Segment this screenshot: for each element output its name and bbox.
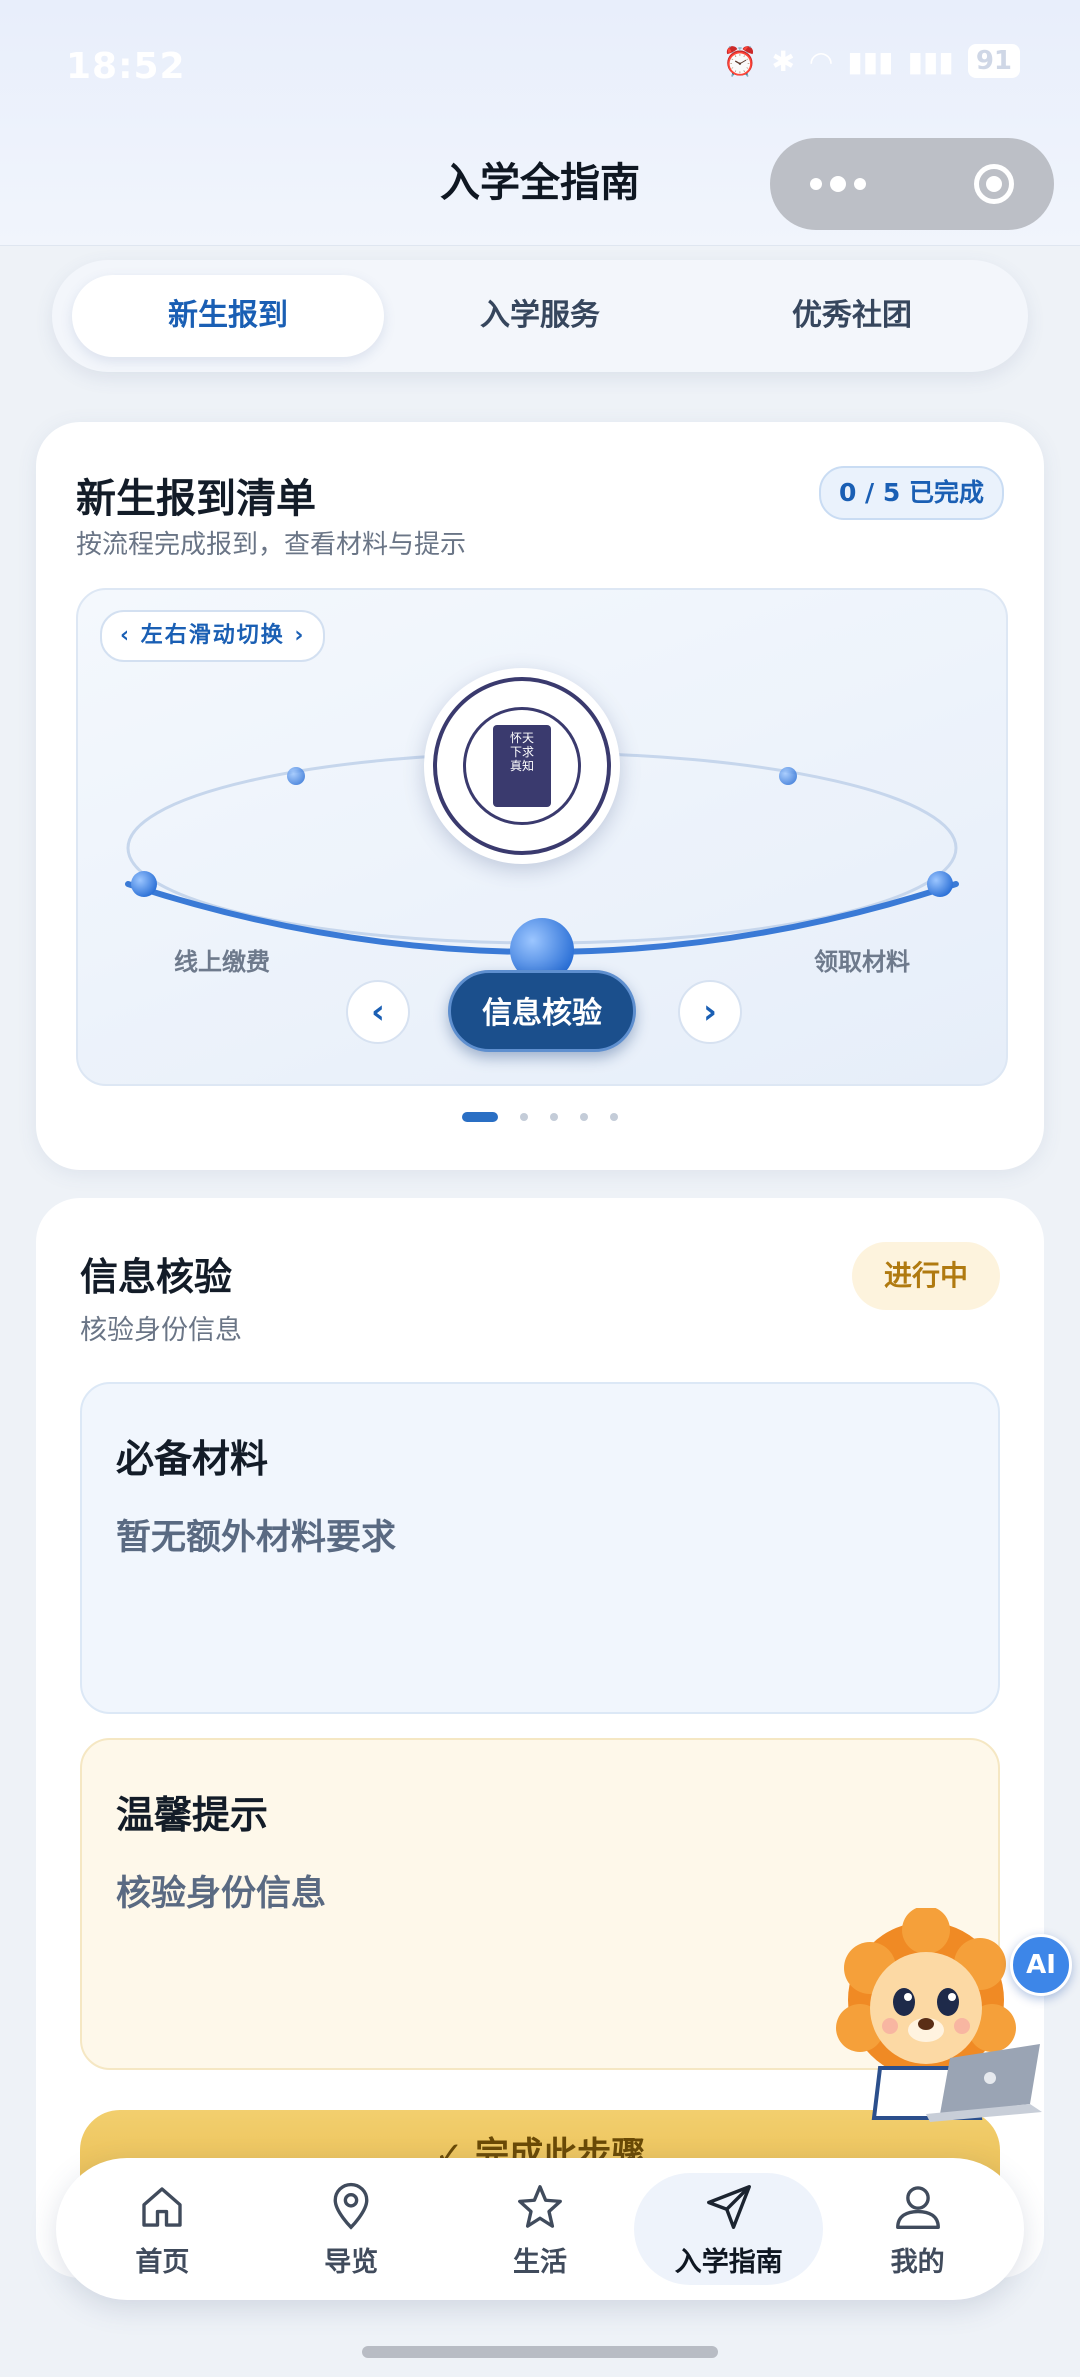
- status-bar: 18:52 ⏰ ✱ ◠ ▮▮▮ ▮▮▮ 91: [0, 0, 1080, 130]
- materials-heading: 必备材料: [116, 1437, 269, 1481]
- more-menu-icon[interactable]: [810, 176, 866, 192]
- page-dot[interactable]: [550, 1113, 558, 1121]
- university-logo: 怀天 下求 真知: [424, 668, 620, 864]
- previous-step-button[interactable]: ‹: [346, 980, 410, 1044]
- navigation-arrow-icon: [706, 2184, 751, 2229]
- chevron-right-icon: ›: [702, 992, 717, 1032]
- home-indicator[interactable]: [362, 2346, 718, 2358]
- signal-icon-2: ▮▮▮: [907, 44, 954, 78]
- page-dot[interactable]: [520, 1113, 528, 1121]
- star-icon: [518, 2184, 562, 2228]
- checklist-subtitle: 按流程完成报到，查看材料与提示: [76, 530, 467, 560]
- tab-enrollment-services[interactable]: 入学服务: [384, 275, 696, 357]
- progress-badge: 0 / 5 已完成: [818, 466, 1004, 520]
- page-dot[interactable]: [610, 1113, 618, 1121]
- current-step-button[interactable]: 信息核验: [448, 970, 636, 1052]
- status-icons: ⏰ ✱ ◠ ▮▮▮ ▮▮▮ 91: [723, 44, 1020, 78]
- nav-label: 导览: [324, 2246, 379, 2278]
- checklist-card: 新生报到清单 按流程完成报到，查看材料与提示 0 / 5 已完成 ‹ 左右滑动切…: [36, 422, 1044, 1170]
- nav-item-life[interactable]: 生活: [446, 2173, 635, 2285]
- nav-label: 入学指南: [674, 2246, 783, 2278]
- close-miniprogram-icon[interactable]: [974, 164, 1014, 204]
- page-dot[interactable]: [580, 1113, 588, 1121]
- page-dot-active[interactable]: [462, 1112, 498, 1122]
- orbit-node-back-right: [779, 767, 797, 785]
- nav-item-enrollment-guide[interactable]: 入学指南: [634, 2173, 824, 2285]
- bluetooth-icon: ✱: [771, 44, 795, 78]
- home-icon: [142, 2186, 183, 2227]
- step-label-next[interactable]: 领取材料: [814, 942, 910, 977]
- nav-label: 生活: [512, 2246, 567, 2278]
- required-materials-box: 必备材料 暂无额外材料要求: [80, 1382, 1000, 1714]
- chevron-left-icon: ‹: [370, 992, 385, 1032]
- logo-seal: 怀天 下求 真知: [493, 725, 551, 807]
- nav-item-guide[interactable]: 导览: [257, 2173, 446, 2285]
- wifi-icon: ◠: [808, 44, 834, 78]
- ai-assistant-badge[interactable]: AI: [1010, 1934, 1072, 1996]
- step-carousel[interactable]: ‹ 左右滑动切换 › 怀天 下求 真知 线上缴费 领取材料 ‹ 信息核验 ›: [76, 588, 1008, 1086]
- nav-label: 首页: [135, 2246, 190, 2278]
- orbit-node-back-left: [287, 767, 305, 785]
- bottom-navigation: 首页 导览 生活 入学指南 我的: [56, 2158, 1024, 2300]
- user-icon: [895, 2185, 940, 2229]
- tab-new-student-checkin[interactable]: 新生报到: [72, 275, 384, 357]
- step-label-previous[interactable]: 线上缴费: [174, 942, 270, 977]
- carousel-pagination: [36, 1112, 1044, 1122]
- battery-indicator: 91: [967, 44, 1020, 78]
- step-detail-title: 信息核验: [80, 1255, 233, 1299]
- materials-text: 暂无额外材料要求: [116, 1518, 397, 1558]
- orbit-node-right: [927, 871, 953, 897]
- step-detail-subtitle: 核验身份信息: [80, 1315, 242, 1346]
- nav-item-home[interactable]: 首页: [68, 2173, 257, 2285]
- alarm-icon: ⏰: [722, 44, 758, 78]
- orbit-node-left: [131, 871, 157, 897]
- segment-tabs: 新生报到 入学服务 优秀社团: [52, 260, 1028, 372]
- next-step-button[interactable]: ›: [678, 980, 742, 1044]
- nav-label: 我的: [890, 2246, 945, 2278]
- miniprogram-capsule[interactable]: [770, 138, 1054, 230]
- swipe-hint: ‹ 左右滑动切换 ›: [100, 610, 326, 662]
- checklist-title: 新生报到清单: [76, 476, 316, 522]
- status-time: 18:52: [66, 46, 186, 87]
- status-badge: 进行中: [851, 1242, 1000, 1310]
- tab-student-clubs[interactable]: 优秀社团: [696, 275, 1008, 357]
- tips-heading: 温馨提示: [116, 1793, 269, 1837]
- location-pin-icon: [333, 2182, 369, 2230]
- nav-item-profile[interactable]: 我的: [823, 2173, 1012, 2285]
- signal-icon: ▮▮▮: [847, 44, 894, 78]
